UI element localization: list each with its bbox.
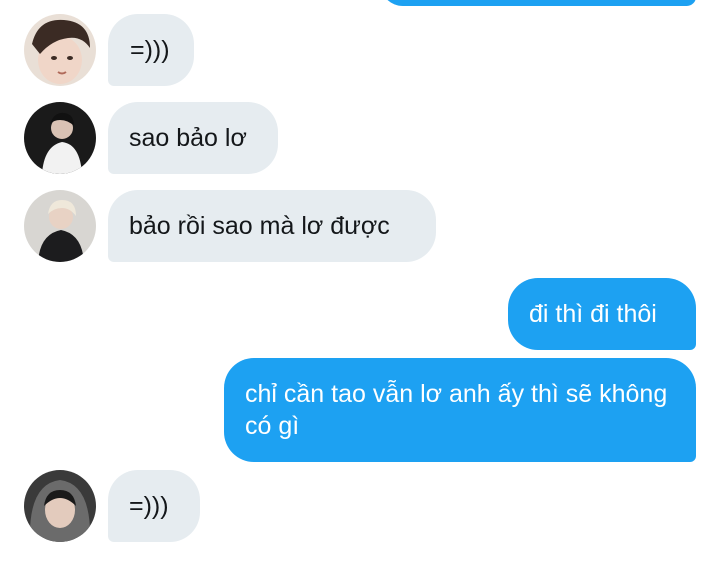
message-text: đi thì đi thôi [529, 300, 657, 328]
message-bubble-incoming[interactable]: =))) [108, 14, 194, 86]
avatar[interactable] [24, 470, 96, 542]
message-bubble-outgoing[interactable]: chỉ cần tao vẫn lơ anh ấy thì sẽ không c… [224, 358, 696, 462]
message-bubble-incoming[interactable]: =))) [108, 470, 200, 542]
previous-outgoing-bubble[interactable] [380, 0, 696, 6]
message-bubble-incoming[interactable]: sao bảo lơ [108, 102, 278, 174]
message-bubble-incoming[interactable]: bảo rồi sao mà lơ được [108, 190, 436, 262]
chat-thread: =))) sao bảo lơ bảo rồi sao mà lơ được đ… [0, 0, 720, 568]
message-text: bảo rồi sao mà lơ được [129, 212, 390, 240]
avatar[interactable] [24, 14, 96, 86]
message-text: chỉ cần tao vẫn lơ anh ấy thì sẽ không c… [245, 380, 668, 440]
avatar[interactable] [24, 102, 96, 174]
avatar[interactable] [24, 190, 96, 262]
message-text: =))) [130, 36, 170, 64]
message-text: =))) [129, 492, 169, 520]
message-text: sao bảo lơ [129, 124, 247, 152]
message-bubble-outgoing[interactable]: đi thì đi thôi [508, 278, 696, 350]
